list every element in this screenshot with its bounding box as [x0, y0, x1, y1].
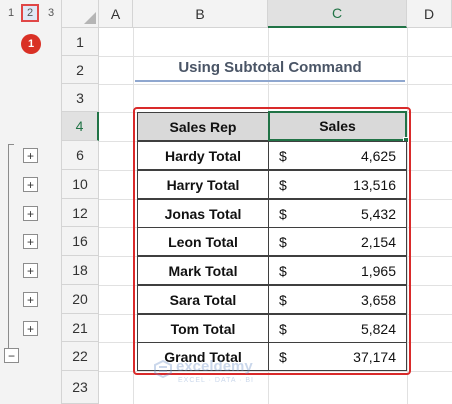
expand-group-button[interactable]: +	[23, 148, 38, 163]
row-header[interactable]: 23	[62, 371, 99, 404]
sheet-title: Using Subtotal Command	[178, 59, 362, 76]
outline-level-2-button[interactable]: 2	[21, 4, 39, 22]
col-header-C[interactable]: C	[268, 0, 407, 28]
outline-level-1-button[interactable]: 1	[2, 4, 20, 22]
row-header[interactable]: 2	[62, 56, 99, 84]
outline-bracket-cap	[8, 144, 14, 145]
watermark-name: exceldemy	[176, 358, 253, 375]
col-header-A[interactable]: A	[99, 0, 133, 28]
select-all-triangle-icon	[84, 12, 96, 24]
expand-group-button[interactable]: +	[23, 177, 38, 192]
row-header[interactable]: 22	[62, 342, 99, 371]
row-header[interactable]: 4	[62, 112, 99, 141]
collapse-group-button[interactable]: −	[4, 348, 19, 363]
row-header[interactable]: 16	[62, 227, 99, 256]
row-header[interactable]: 12	[62, 199, 99, 227]
row-header[interactable]: 6	[62, 141, 99, 170]
outline-level-3-button[interactable]: 3	[42, 4, 60, 22]
watermark: exceldemy EXCEL · DATA · BI	[150, 356, 310, 396]
expand-group-button[interactable]: +	[23, 321, 38, 336]
watermark-tagline: EXCEL · DATA · BI	[178, 377, 254, 384]
row-header[interactable]: 18	[62, 256, 99, 285]
grid-line	[99, 84, 452, 85]
step-callout-badge: 1	[21, 34, 41, 54]
expand-group-button[interactable]: +	[23, 263, 38, 278]
row-header[interactable]: 20	[62, 285, 99, 314]
expand-group-button[interactable]: +	[23, 206, 38, 221]
col-header-B[interactable]: B	[133, 0, 268, 28]
row-header[interactable]: 1	[62, 28, 99, 56]
table-highlight-box	[133, 107, 411, 375]
exceldemy-logo-icon	[154, 360, 172, 378]
expand-group-button[interactable]: +	[23, 292, 38, 307]
expand-group-button[interactable]: +	[23, 234, 38, 249]
row-header[interactable]: 21	[62, 314, 99, 342]
outline-panel	[0, 0, 62, 404]
title-underline	[135, 80, 405, 82]
row-header[interactable]: 3	[62, 84, 99, 112]
col-header-D[interactable]: D	[407, 0, 452, 28]
outline-bracket-line	[8, 144, 9, 349]
row-header[interactable]: 10	[62, 170, 99, 199]
